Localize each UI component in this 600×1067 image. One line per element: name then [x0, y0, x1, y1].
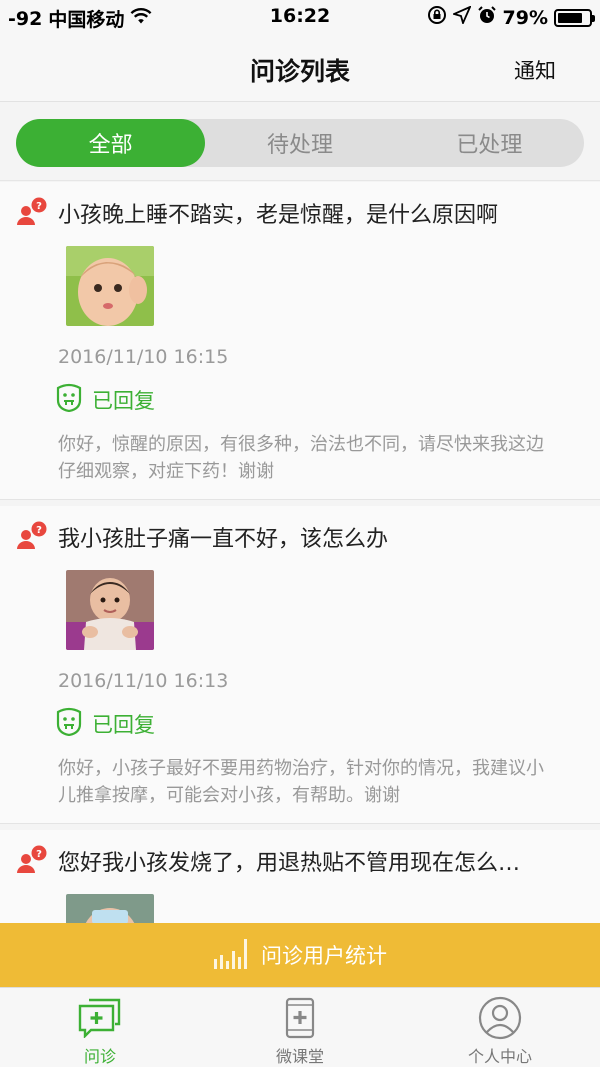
- battery-level: [558, 12, 582, 23]
- baby-photo-thumbnail[interactable]: [66, 570, 154, 650]
- phone-classroom-icon: [277, 996, 323, 1040]
- question-time: 2016/11/10 16:13: [58, 670, 229, 692]
- segment-all[interactable]: 全部: [16, 119, 206, 167]
- question-row: ? 我小孩肚子痛一直不好，该怎么办: [0, 506, 600, 556]
- doctor-reply-text: 你好，小孩子最好不要用药物治疗，针对你的情况，我建议小儿推拿按摩，可能会对小孩，…: [58, 758, 544, 806]
- doctor-replied-icon: [56, 706, 82, 741]
- battery-icon: [554, 8, 595, 27]
- question-row: ? 小孩晚上睡不踏实，老是惊醒，是什么原因啊: [0, 182, 600, 232]
- tab-label: 个人中心: [467, 1047, 532, 1066]
- svg-text:?: ?: [36, 201, 42, 212]
- tab-label: 问诊: [83, 1047, 116, 1066]
- tab-consultation[interactable]: 问诊: [0, 988, 200, 1067]
- battery-percent: 79%: [502, 6, 548, 29]
- doctor-replied-icon: [56, 382, 82, 417]
- svg-text:?: ?: [36, 525, 42, 536]
- question-text: 我小孩肚子痛一直不好，该怎么办: [58, 527, 389, 552]
- filter-segment-control: 全部 待处理 已处理: [16, 119, 584, 167]
- tab-personal-center[interactable]: 个人中心: [400, 988, 600, 1067]
- location-arrow-icon: [450, 5, 472, 29]
- question-text: 您好我小孩发烧了，用退热贴不管用现在怎么…: [58, 851, 521, 876]
- rotation-lock-icon: [427, 5, 447, 30]
- patient-question-icon: ?: [16, 197, 48, 229]
- consultation-chat-icon: [77, 996, 123, 1040]
- baby-photo-thumbnail[interactable]: [66, 894, 154, 924]
- question-text: 小孩晚上睡不踏实，老是惊醒，是什么原因啊: [58, 203, 499, 228]
- alarm-clock-icon: [477, 5, 497, 30]
- consultation-card[interactable]: ? 您好我小孩发烧了，用退热贴不管用现在怎么…: [0, 830, 600, 924]
- question-row: ? 您好我小孩发烧了，用退热贴不管用现在怎么…: [0, 830, 600, 880]
- bottom-tab-bar: 问诊 微课堂 个人中心: [0, 987, 600, 1067]
- segment-processed[interactable]: 已处理: [395, 119, 584, 167]
- status-bar-right: 79%: [427, 5, 595, 30]
- reply-status: 已回复: [56, 706, 600, 741]
- tab-micro-classroom[interactable]: 微课堂: [200, 988, 400, 1067]
- consultation-card[interactable]: ? 我小孩肚子痛一直不好，该怎么办 2016/11/10 16:13 已回复 你…: [0, 506, 600, 824]
- status-bar: -92 中国移动 16:22 79%: [0, 0, 600, 36]
- nav-bar: 问诊列表 通知: [0, 36, 600, 102]
- reply-status: 已回复: [56, 382, 600, 417]
- svg-text:?: ?: [36, 849, 42, 860]
- user-profile-icon: [477, 996, 523, 1040]
- statistics-label: 问诊用户统计: [261, 944, 387, 968]
- user-statistics-button[interactable]: 问诊用户统计: [0, 923, 600, 987]
- page-title: 问诊列表: [249, 57, 350, 86]
- consultation-list: ? 小孩晚上睡不踏实，老是惊醒，是什么原因啊 2016/11/10 16:15: [0, 182, 600, 924]
- reply-status-label: 已回复: [92, 388, 155, 413]
- consultation-card[interactable]: ? 小孩晚上睡不踏实，老是惊醒，是什么原因啊 2016/11/10 16:15: [0, 182, 600, 500]
- segment-pending[interactable]: 待处理: [205, 119, 394, 167]
- baby-photo-thumbnail[interactable]: [66, 246, 154, 326]
- reply-status-label: 已回复: [92, 712, 155, 737]
- bar-chart-icon: [213, 937, 247, 974]
- doctor-reply-text: 你好，惊醒的原因，有很多种，治法也不同，请尽快来我这边仔细观察，对症下药！谢谢: [58, 434, 544, 482]
- patient-question-icon: ?: [16, 521, 48, 553]
- filter-segment-area: 全部 待处理 已处理: [0, 103, 600, 181]
- notification-button[interactable]: 通知: [514, 55, 556, 85]
- patient-question-icon: ?: [16, 845, 48, 877]
- question-time: 2016/11/10 16:15: [58, 346, 229, 368]
- tab-label: 微课堂: [275, 1047, 324, 1066]
